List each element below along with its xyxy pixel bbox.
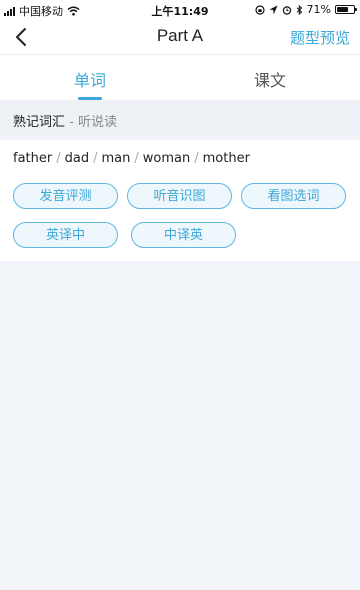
word-list: father / dad / man / woman / mother xyxy=(13,151,250,166)
tab-bar: 单词 课文 xyxy=(0,54,360,100)
section-subtitle: - 听说读 xyxy=(69,115,117,130)
tab-words[interactable]: 单词 xyxy=(0,67,180,91)
section-title-row: 熟记词汇 - 听说读 xyxy=(13,111,117,130)
picture-choose-word-button[interactable]: 看图选词 xyxy=(241,183,346,209)
pronunciation-test-button[interactable]: 发音评测 xyxy=(13,183,118,209)
location-icon xyxy=(269,5,278,14)
word-item: man xyxy=(101,151,131,166)
word-separator: / xyxy=(134,151,139,166)
word-separator: / xyxy=(194,151,199,166)
word-separator: / xyxy=(93,151,98,166)
section-header: 熟记词汇 - 听说读 xyxy=(0,100,360,136)
alarm-icon xyxy=(282,5,291,15)
section-title: 熟记词汇 xyxy=(13,115,66,130)
word-separator: / xyxy=(56,151,61,166)
status-bar: 中国移动 上午11:49 71% xyxy=(0,0,360,20)
bluetooth-icon xyxy=(296,4,302,15)
tab-text[interactable]: 课文 xyxy=(180,67,360,91)
word-item: mother xyxy=(202,151,250,166)
word-item: father xyxy=(13,151,53,166)
nav-bar: Part A 题型预览 xyxy=(0,20,360,54)
status-right: 71% xyxy=(254,3,357,16)
chinese-to-english-button[interactable]: 中译英 xyxy=(131,222,236,248)
battery-level xyxy=(337,7,349,12)
battery-percent: 71% xyxy=(306,3,331,16)
lock-rotation-icon xyxy=(254,4,265,15)
question-type-preview-button[interactable]: 题型预览 xyxy=(290,27,350,48)
vocabulary-card: father / dad / man / woman / mother 发音评测 听音识图 看图… xyxy=(0,140,360,261)
battery-icon xyxy=(335,5,357,14)
english-to-chinese-button[interactable]: 英译中 xyxy=(13,222,118,248)
listen-identify-picture-button[interactable]: 听音识图 xyxy=(127,183,232,209)
word-item: dad xyxy=(64,151,90,166)
word-item: woman xyxy=(142,151,191,166)
